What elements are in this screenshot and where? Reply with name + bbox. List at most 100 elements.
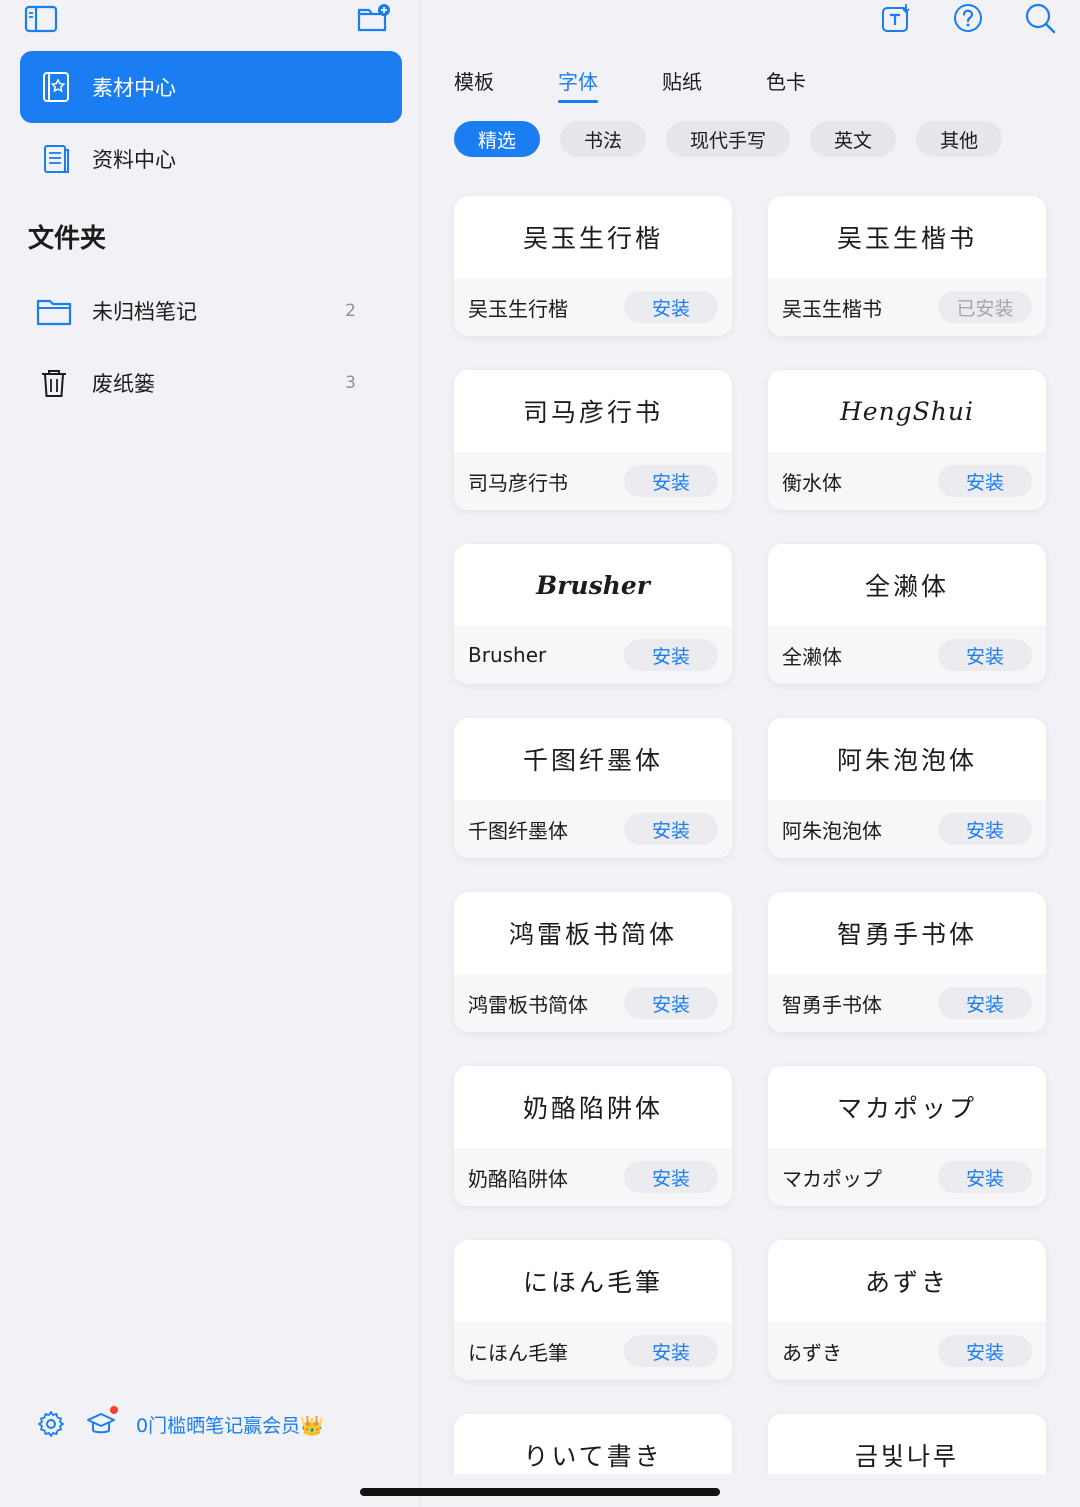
tab-templates[interactable]: 模板 bbox=[454, 66, 494, 103]
font-card[interactable]: 鸿雷板书简体 鸿雷板书简体 安装 bbox=[454, 892, 732, 1032]
font-name: 智勇手书体 bbox=[782, 992, 882, 1017]
nav-item-document-center[interactable]: 资料中心 bbox=[20, 123, 402, 195]
folder-item-unfiled-notes[interactable]: 未归档笔记 2 bbox=[36, 287, 356, 335]
font-card-footer: 千图纤墨体 安装 bbox=[454, 800, 732, 858]
font-card-footer: Brusher 安装 bbox=[454, 626, 732, 684]
font-preview: 智勇手书体 bbox=[836, 920, 977, 949]
font-name: にほん毛筆 bbox=[468, 1340, 568, 1365]
install-button[interactable]: 安装 bbox=[938, 1335, 1032, 1367]
category-tabs: 模板 字体 贴纸 色卡 bbox=[454, 66, 870, 103]
tab-fonts[interactable]: 字体 bbox=[558, 66, 598, 103]
home-indicator bbox=[360, 1488, 720, 1496]
font-name: 阿朱泡泡体 bbox=[782, 818, 882, 843]
font-card[interactable]: あずきあずき 安装 bbox=[768, 1240, 1046, 1380]
font-card[interactable]: HengShui 衡水体 安装 bbox=[768, 370, 1046, 510]
nav-item-label: 素材中心 bbox=[92, 76, 176, 100]
font-name: 奶酪陷阱体 bbox=[468, 1166, 568, 1191]
folder-label: 未归档笔记 bbox=[92, 300, 197, 324]
font-preview: 吴玉生行楷 bbox=[522, 224, 663, 253]
font-card-footer: あずき 安装 bbox=[768, 1322, 1046, 1380]
font-name: 吴玉生楷书 bbox=[782, 296, 882, 321]
font-preview: マカポップ bbox=[836, 1094, 977, 1123]
font-preview: 全濑体 bbox=[864, 572, 949, 601]
installed-status: 已安装 bbox=[938, 291, 1032, 323]
help-icon[interactable] bbox=[952, 2, 984, 34]
sidebar-toggle-icon[interactable] bbox=[24, 4, 60, 34]
font-name: 司马彦行书 bbox=[468, 470, 568, 495]
material-center-icon bbox=[43, 72, 69, 102]
font-card-footer: 吴玉生行楷 安装 bbox=[454, 278, 732, 336]
folders-heading: 文件夹 bbox=[28, 224, 107, 254]
font-card[interactable]: マカポップマカポップ 安装 bbox=[768, 1066, 1046, 1206]
install-button[interactable]: 安装 bbox=[624, 813, 718, 845]
font-preview: 鸿雷板书简体 bbox=[508, 920, 677, 949]
main-panel: 模板 字体 贴纸 色卡 精选 书法 现代手写 英文 其他 吴玉生行楷 吴玉生行楷安… bbox=[422, 0, 1080, 1507]
font-card[interactable]: 全濑体 全濑体 安装 bbox=[768, 544, 1046, 684]
folder-count: 3 bbox=[345, 373, 356, 393]
install-button[interactable]: 安装 bbox=[624, 1161, 718, 1193]
font-card-footer: 吴玉生楷书 已安装 bbox=[768, 278, 1046, 336]
font-card[interactable]: 吴玉生行楷 吴玉生行楷 安装 bbox=[454, 196, 732, 336]
install-button[interactable]: 安装 bbox=[938, 987, 1032, 1019]
install-button[interactable]: 安装 bbox=[624, 291, 718, 323]
install-button[interactable]: 安装 bbox=[624, 465, 718, 497]
install-button[interactable]: 安装 bbox=[938, 1161, 1032, 1193]
chip-calligraphy[interactable]: 书法 bbox=[560, 121, 647, 157]
font-preview: 千图纤墨体 bbox=[522, 746, 663, 775]
font-name: 鸿雷板书简体 bbox=[468, 992, 588, 1017]
font-preview: HengShui bbox=[839, 396, 975, 426]
text-import-icon[interactable] bbox=[880, 2, 912, 34]
font-card[interactable]: 千图纤墨体 千图纤墨体 安装 bbox=[454, 718, 732, 858]
search-icon[interactable] bbox=[1024, 2, 1056, 34]
font-card[interactable]: 奶酪陷阱体 奶酪陷阱体 安装 bbox=[454, 1066, 732, 1206]
sidebar: 素材中心 资料中心 文件夹 未归档笔记 2 废纸篓 3 0门槛晒笔记赢会员👑 bbox=[0, 0, 421, 1507]
font-card-footer: マカポップ 安装 bbox=[768, 1148, 1046, 1206]
folder-item-trash[interactable]: 废纸篓 3 bbox=[36, 359, 356, 407]
chip-english[interactable]: 英文 bbox=[810, 121, 897, 157]
document-center-icon bbox=[44, 145, 69, 173]
font-card-footer: 阿朱泡泡体 安装 bbox=[768, 800, 1046, 858]
install-button[interactable]: 安装 bbox=[624, 1335, 718, 1367]
folder-icon bbox=[36, 299, 72, 326]
chip-modern-handwriting[interactable]: 现代手写 bbox=[666, 121, 791, 157]
font-card[interactable]: Brusher Brusher 安装 bbox=[454, 544, 732, 684]
tab-color-cards[interactable]: 色卡 bbox=[766, 66, 806, 103]
font-card-footer: 全濑体 安装 bbox=[768, 626, 1046, 684]
font-preview: 阿朱泡泡体 bbox=[836, 746, 977, 775]
font-card-footer: にほん毛筆 安装 bbox=[454, 1322, 732, 1380]
font-card[interactable]: にほん毛筆 にほん毛筆 安装 bbox=[454, 1240, 732, 1380]
font-card-footer: 司马彦行书 安装 bbox=[454, 452, 732, 510]
font-name: 吴玉生行楷 bbox=[468, 296, 568, 321]
filter-chips: 精选 书法 现代手写 英文 其他 bbox=[454, 121, 1022, 157]
font-name: 衡水体 bbox=[782, 470, 842, 495]
font-preview: にほん毛筆 bbox=[522, 1268, 663, 1297]
graduation-cap-icon[interactable] bbox=[86, 1406, 118, 1439]
font-name: 千图纤墨体 bbox=[468, 818, 568, 843]
chip-featured[interactable]: 精选 bbox=[454, 121, 541, 157]
install-button[interactable]: 安装 bbox=[938, 813, 1032, 845]
nav-item-label: 资料中心 bbox=[92, 148, 176, 172]
promo-link[interactable]: 0门槛晒笔记赢会员👑 bbox=[136, 1411, 324, 1438]
font-card[interactable]: 智勇手书体 智勇手书体 安装 bbox=[768, 892, 1046, 1032]
font-preview: あずき bbox=[864, 1268, 949, 1297]
new-folder-icon[interactable] bbox=[356, 4, 392, 34]
install-button[interactable]: 安装 bbox=[938, 639, 1032, 671]
font-card[interactable]: 司马彦行书 司马彦行书 安装 bbox=[454, 370, 732, 510]
chip-other[interactable]: 其他 bbox=[916, 121, 1003, 157]
install-button[interactable]: 安装 bbox=[624, 987, 718, 1019]
notification-dot bbox=[110, 1406, 118, 1414]
install-button[interactable]: 安装 bbox=[938, 465, 1032, 497]
font-name: Brusher bbox=[468, 643, 547, 667]
folder-label: 废纸篓 bbox=[92, 372, 155, 396]
font-preview: 吴玉生楷书 bbox=[836, 224, 977, 253]
settings-gear-icon[interactable] bbox=[36, 1409, 66, 1439]
install-button[interactable]: 安装 bbox=[624, 639, 718, 671]
font-card[interactable]: 吴玉生楷书 吴玉生楷书 已安装 bbox=[768, 196, 1046, 336]
font-name: 全濑体 bbox=[782, 644, 842, 669]
nav-item-material-center[interactable]: 素材中心 bbox=[20, 51, 402, 123]
tab-stickers[interactable]: 贴纸 bbox=[662, 66, 702, 103]
font-preview: 司马彦行书 bbox=[522, 398, 663, 427]
font-card[interactable]: 阿朱泡泡体 阿朱泡泡体 安装 bbox=[768, 718, 1046, 858]
trash-icon bbox=[42, 370, 66, 397]
font-card-footer: 智勇手书体 安装 bbox=[768, 974, 1046, 1032]
